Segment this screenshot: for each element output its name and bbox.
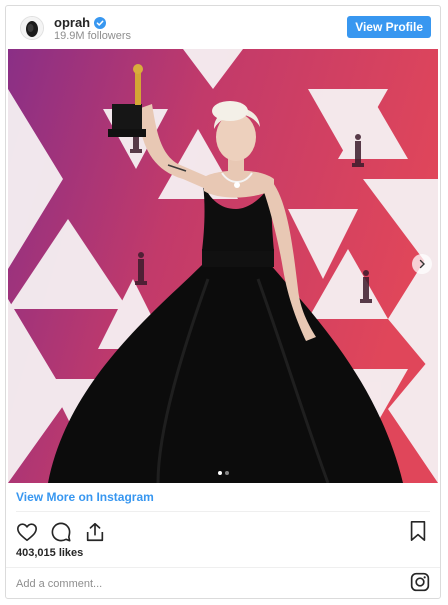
add-comment-input[interactable]	[16, 573, 376, 595]
save-button[interactable]	[406, 519, 430, 543]
heart-icon	[17, 523, 37, 542]
follower-count: 19.9M followers	[54, 30, 132, 42]
view-more-on-instagram-link[interactable]: View More on Instagram	[16, 490, 154, 504]
bookmark-icon	[410, 521, 426, 541]
instagram-icon	[410, 572, 430, 592]
post-photo[interactable]	[8, 49, 438, 483]
post-image	[8, 49, 438, 483]
action-bar	[15, 519, 107, 545]
username-row: oprah	[54, 15, 107, 30]
share-button[interactable]	[83, 520, 107, 544]
carousel-dot-active	[217, 471, 222, 475]
like-button[interactable]	[15, 520, 39, 544]
carousel-next-button[interactable]	[412, 254, 432, 274]
verified-badge-icon	[94, 16, 107, 29]
like-count: 403,015 likes	[16, 547, 84, 559]
divider	[6, 567, 440, 568]
divider	[16, 511, 430, 512]
carousel-indicator	[8, 471, 438, 475]
view-profile-button[interactable]: View Profile	[347, 16, 431, 38]
instagram-logo-link[interactable]	[410, 572, 430, 592]
username[interactable]: oprah	[54, 15, 90, 30]
chevron-right-icon	[419, 259, 425, 269]
avatar[interactable]	[20, 16, 44, 40]
share-icon	[86, 522, 104, 542]
carousel-dot	[224, 471, 229, 475]
comment-button[interactable]	[49, 520, 73, 544]
avatar-image	[21, 17, 43, 39]
post-header: oprah 19.9M followers View Profile	[6, 6, 440, 48]
comment-icon	[51, 522, 71, 542]
instagram-embed-card: oprah 19.9M followers View Profile View …	[5, 5, 441, 599]
